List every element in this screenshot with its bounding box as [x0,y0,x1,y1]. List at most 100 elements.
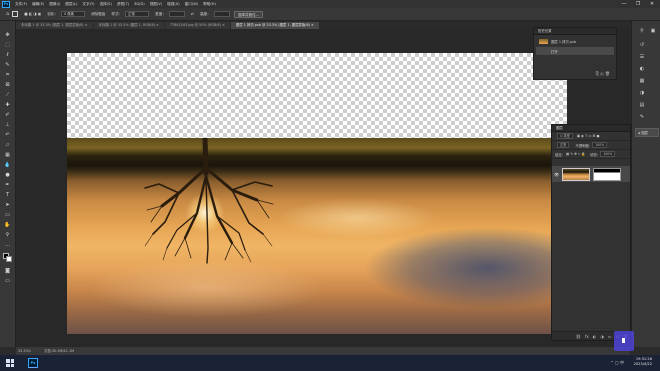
opacity-input[interactable]: 100% [592,142,608,148]
type-tool-icon[interactable]: T [3,191,12,199]
path-select-icon[interactable]: ➤ [3,201,12,209]
search-icon[interactable]: ⚲ [638,27,646,35]
fill-input[interactable]: 100% [600,151,616,157]
menu-select[interactable]: 选择(S) [100,2,112,7]
blend-mode-select[interactable]: 正常 [557,142,570,148]
marquee-tool-icon[interactable] [12,11,19,17]
minimize-button[interactable]: — [618,0,630,8]
close-button[interactable]: ✕ [646,0,658,8]
windows-start-icon[interactable] [6,359,14,367]
history-open-row[interactable]: 打开 [536,47,614,55]
quick-select-tool-icon[interactable]: ✎ [3,61,12,69]
layer-style-icon[interactable]: fx [585,334,589,339]
options-bar: ⌂ ■ ◧ ◨ ▣ 羽化： 0 像素 消除锯齿 样式： 正常 宽度： ⇄ 高度：… [0,8,660,21]
feather-input[interactable]: 0 像素 [60,11,85,17]
frame-tool-icon[interactable]: ⊠ [3,81,12,89]
history-snapshot-row[interactable]: 图层 1 拷贝.psb [536,37,614,45]
menu-edit[interactable]: 编辑(E) [32,2,44,7]
history-brush-icon[interactable]: ↶ [3,131,12,139]
gradient-tool-icon[interactable]: ▦ [3,151,12,159]
tab-document-3[interactable]: 7T8A1043.jpg @ 50% (RGB/8) × [164,22,230,29]
menu-3d[interactable]: 3D(D) [134,2,145,6]
marquee-tool-icon[interactable]: ⬚ [3,41,12,49]
system-tray-icons[interactable]: ⌃ ▢ 中 [610,360,624,366]
width-input[interactable] [168,11,185,17]
more-tools-icon[interactable]: … [3,241,12,249]
feather-label: 羽化： [47,11,58,16]
tab-document-active[interactable]: 图层 1 拷贝.psb @ 33.3% (图层 1, 图层蒙版/8) × [230,22,319,29]
adjustments-dock-icon[interactable]: ◑ [638,89,646,97]
color-swatches[interactable] [3,253,13,263]
clone-stamp-icon[interactable]: ⊥ [3,121,12,129]
layers-dock-label: 图层 [641,131,648,135]
menu-help[interactable]: 帮助(H) [203,2,216,7]
style-select[interactable]: 正常 [125,11,150,17]
properties-dock-icon[interactable]: ☰ [638,53,646,61]
menu-image[interactable]: 图像(I) [49,2,60,7]
libraries-dock-icon[interactable]: ▤ [638,101,646,109]
layers-mode-row: 正常 不透明度: 100% [552,141,630,150]
menu-type[interactable]: 文字(Y) [82,2,94,7]
clock[interactable]: 19:31:26 2023/4/22 [634,357,652,367]
crop-tool-icon[interactable]: ⌗ [3,71,12,79]
maximize-button[interactable]: ❐ [632,0,644,8]
workspace-icon[interactable]: ▣ [649,27,657,35]
layer-kind-filter[interactable]: Q 类型 [557,133,573,139]
add-mask-icon[interactable]: ◐ [593,334,597,339]
menu-file[interactable]: 文件(F) [15,2,27,7]
brush-tool-icon[interactable]: ✐ [3,111,12,119]
zoom-level[interactable]: 33.33% [18,349,31,353]
link-layers-icon[interactable]: ⛓ [576,334,581,339]
layers-filter-row: Q 类型 ▣ ◐ T ▭ ⊞ ● [552,132,630,141]
fill-label: 填充: [590,152,599,157]
hand-tool-icon[interactable]: ✋ [3,221,12,229]
quick-mask-icon[interactable]: ◙ [3,267,12,275]
eyedropper-tool-icon[interactable]: ⟋ [3,91,12,99]
shape-tool-icon[interactable]: ▭ [3,211,12,219]
menu-layer[interactable]: 图层(L) [65,2,77,7]
new-group-icon[interactable]: ▭ [608,334,612,339]
zoom-tool-icon[interactable]: ⚲ [3,231,12,239]
dodge-tool-icon[interactable]: ● [3,171,12,179]
healing-brush-icon[interactable]: ✚ [3,101,12,109]
menu-view[interactable]: 视图(V) [150,2,162,7]
swap-icon[interactable]: ⇄ [191,12,194,16]
height-input[interactable] [213,11,230,17]
paths-dock-icon[interactable]: ✎ [638,113,646,121]
layers-lock-row: 锁定: ▦ ✎ ✥ ⌗ 🔒 填充: 100% [552,150,630,159]
screen-mode-icon[interactable]: ▭ [3,277,12,285]
style-label: 样式： [111,11,123,16]
history-dock-icon[interactable]: ↺ [638,41,646,49]
document-canvas[interactable] [67,53,567,334]
color-dock-icon[interactable]: ◐ [638,65,646,73]
menu-enhance[interactable]: 增强(X) [167,2,179,7]
antialias-checkbox[interactable]: 消除锯齿 [91,12,105,17]
pen-tool-icon[interactable]: ✒ [3,181,12,189]
swatches-dock-icon[interactable]: ▦ [638,77,646,85]
history-footer-icons[interactable]: ⎘ ◎ 🗑 [596,71,610,76]
adjustment-layer-icon[interactable]: ◑ [600,334,604,339]
lock-icons[interactable]: ▦ ✎ ✥ ⌗ 🔒 [566,152,585,156]
tab-document-1[interactable]: 未标题-1 @ 33.3% (图层 1, 图层蒙版/8) × [16,22,93,29]
lasso-tool-icon[interactable]: ℓ [3,51,12,59]
filter-icons[interactable]: ▣ ◐ T ▭ ⊞ ● [577,134,600,138]
layer-thumbnail[interactable] [562,167,590,181]
home-icon[interactable]: ⌂ [6,11,9,17]
visibility-eye-icon[interactable]: 👁 [554,172,560,177]
photoshop-taskbar-icon[interactable]: Ps [28,358,38,368]
layer-row[interactable]: 👁 [552,166,630,182]
layer-mask-thumbnail[interactable] [593,167,621,181]
layers-panel: 图层 Q 类型 ▣ ◐ T ▭ ⊞ ● 正常 不透明度: 100% 锁定: ▦ … [551,124,631,341]
background-color-swatch[interactable] [6,256,12,262]
eraser-tool-icon[interactable]: ▱ [3,141,12,149]
menu-filter[interactable]: 滤镜(T) [117,2,129,7]
opacity-label: 不透明度: [575,143,591,148]
blur-tool-icon[interactable]: 💧 [3,161,12,169]
tab-document-2[interactable]: 未标题-1 @ 33.3% (图层 1, RGB/8) × [93,22,164,29]
layers-dock-button[interactable]: ◈ 图层 [635,128,659,137]
menu-window[interactable]: 窗口(W) [185,2,199,7]
mouse-cursor-icon [622,338,625,343]
move-tool-icon[interactable]: ✥ [3,31,12,39]
select-and-mask-button[interactable]: 选择并遮住... [233,10,264,18]
selection-mode-icons[interactable]: ■ ◧ ◨ ▣ [24,12,41,16]
